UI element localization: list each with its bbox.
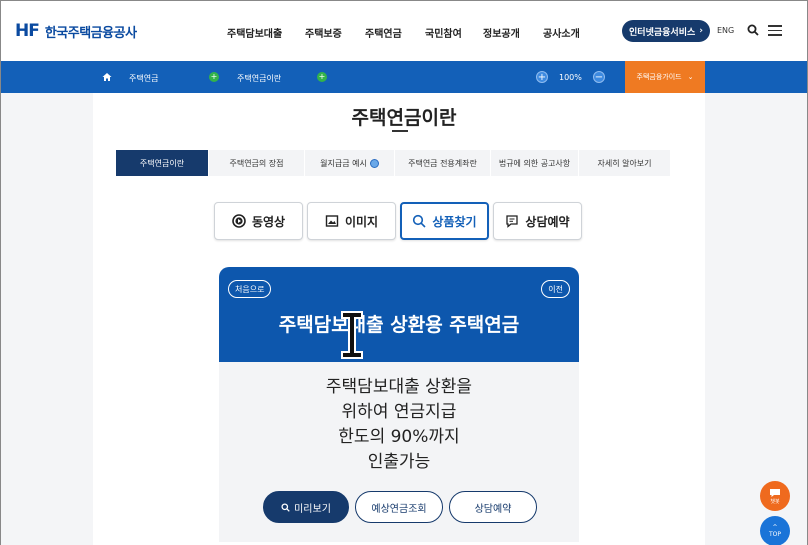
medal-icon (369, 158, 379, 168)
zoom-level: 100% (559, 73, 582, 82)
search-icon[interactable] (747, 24, 759, 36)
zoom-out-button[interactable]: − (593, 71, 605, 83)
nav-item-disclosure[interactable]: 정보공개 (483, 25, 543, 40)
product-title: 주택담보대출 상환용 주택연금 (278, 314, 520, 336)
description-line: 위하여 연금지급 (341, 402, 457, 422)
logo-text: 한국주택금융공사 (44, 25, 137, 41)
description-line: 인출가능 (367, 452, 431, 472)
sub-tabs: 주택연금이란 주택연금의 장점 월지급금 예시 주택연금 전용계좌란 법규에 의… (116, 150, 671, 176)
finance-guide-label: 주택금융가이드 (636, 73, 682, 81)
consult-button[interactable]: 상담예약 (449, 491, 537, 523)
image-button[interactable]: 이미지 (307, 202, 396, 240)
play-circle-icon (232, 214, 246, 228)
description-line: 한도의 90%까지 (338, 427, 460, 447)
product-card: 처음으로 이전 주택담보대출 상환용 주택연금 주택담보대출 상환을 위하여 연… (219, 267, 579, 542)
image-icon (325, 215, 339, 227)
product-card-header: 처음으로 이전 주택담보대출 상환용 주택연금 (219, 267, 579, 362)
internet-finance-label: 인터넷금융서비스 (629, 27, 696, 38)
go-first-button[interactable]: 처음으로 (228, 280, 272, 298)
chatbot-label: 챗봇 (770, 498, 780, 505)
scroll-top-label: TOP (768, 531, 781, 538)
consult-reserve-button[interactable]: 상담예약 (493, 202, 582, 240)
search-icon (281, 502, 290, 512)
internet-finance-button[interactable]: 인터넷금융서비스 › (622, 20, 710, 42)
nav-item-mortgage[interactable]: 주택담보대출 (227, 25, 305, 40)
preview-button[interactable]: 미리보기 (263, 491, 349, 523)
product-search-button[interactable]: 상품찾기 (400, 202, 489, 240)
estimate-pension-button[interactable]: 예상연금조회 (355, 491, 443, 523)
text-cursor-icon (341, 311, 363, 359)
scroll-top-button[interactable]: ^ TOP (760, 516, 790, 545)
video-label: 동영상 (251, 214, 286, 229)
content-type-buttons: 동영상 이미지 상품찾기 상담예약 (214, 202, 582, 240)
zoom-in-button[interactable]: + (536, 71, 548, 83)
product-description: 주택담보대출 상환을 위하여 연금지급 한도의 90%까지 인출가능 (219, 375, 579, 475)
home-icon[interactable] (102, 72, 112, 82)
chat-icon (506, 215, 519, 228)
consult-reserve-label: 상담예약 (525, 214, 570, 229)
tab-learn-more[interactable]: 자세히 알아보기 (579, 150, 671, 176)
image-label: 이미지 (344, 214, 379, 229)
tab-dedicated-account[interactable]: 주택연금 전용계좌란 (395, 150, 491, 176)
chevron-right-icon: › (699, 26, 703, 36)
product-search-label: 상품찾기 (432, 214, 477, 229)
logo-mark: HF (15, 21, 40, 41)
breadcrumb-item-pension[interactable]: 주택연금 (129, 73, 158, 84)
chatbot-button[interactable]: 챗봇 (760, 481, 790, 511)
search-icon (413, 214, 426, 228)
tab-advantages[interactable]: 주택연금의 장점 (209, 150, 305, 176)
product-actions: 미리보기 예상연금조회 상담예약 (263, 491, 537, 523)
video-button[interactable]: 동영상 (214, 202, 303, 240)
chat-bubble-icon (770, 488, 780, 497)
preview-label: 미리보기 (294, 503, 331, 515)
chevron-down-icon: ⌄ (687, 73, 694, 81)
tab-pension-about[interactable]: 주택연금이란 (116, 150, 209, 176)
title-underline (392, 130, 408, 132)
breadcrumb-bar: 주택연금 + 주택연금이란 + + 100% − 주택금융가이드 ⌄ (1, 61, 807, 93)
hamburger-menu-icon[interactable] (768, 25, 782, 36)
finance-guide-button[interactable]: 주택금융가이드 ⌄ (625, 61, 705, 93)
page-title: 주택연금이란 (351, 107, 457, 129)
tab-monthly-example[interactable]: 월지급금 예시 (305, 150, 395, 176)
description-line: 주택담보대출 상환을 (325, 377, 473, 397)
expand-plus-icon[interactable]: + (317, 72, 327, 82)
nav-item-about[interactable]: 공사소개 (543, 25, 603, 40)
site-logo[interactable]: HF 한국주택금융공사 (15, 21, 137, 41)
left-gutter (1, 93, 93, 545)
nav-item-guarantee[interactable]: 주택보증 (305, 25, 365, 40)
main-nav: 주택담보대출 주택보증 주택연금 국민참여 정보공개 공사소개 (227, 25, 603, 40)
right-gutter (705, 93, 807, 545)
site-header: HF 한국주택금융공사 주택담보대출 주택보증 주택연금 국민참여 정보공개 공… (1, 1, 807, 61)
nav-item-pension[interactable]: 주택연금 (365, 25, 425, 40)
nav-item-participation[interactable]: 국민참여 (425, 25, 483, 40)
breadcrumb-item-about[interactable]: 주택연금이란 (237, 73, 281, 84)
lang-switch[interactable]: ENG (717, 26, 734, 35)
prev-button[interactable]: 이전 (541, 280, 570, 298)
expand-plus-icon[interactable]: + (209, 72, 219, 82)
chevron-up-icon: ^ (772, 524, 778, 531)
tab-legal-notice[interactable]: 법규에 의한 공고사항 (491, 150, 579, 176)
tab-monthly-example-label: 월지급금 예시 (320, 158, 367, 168)
